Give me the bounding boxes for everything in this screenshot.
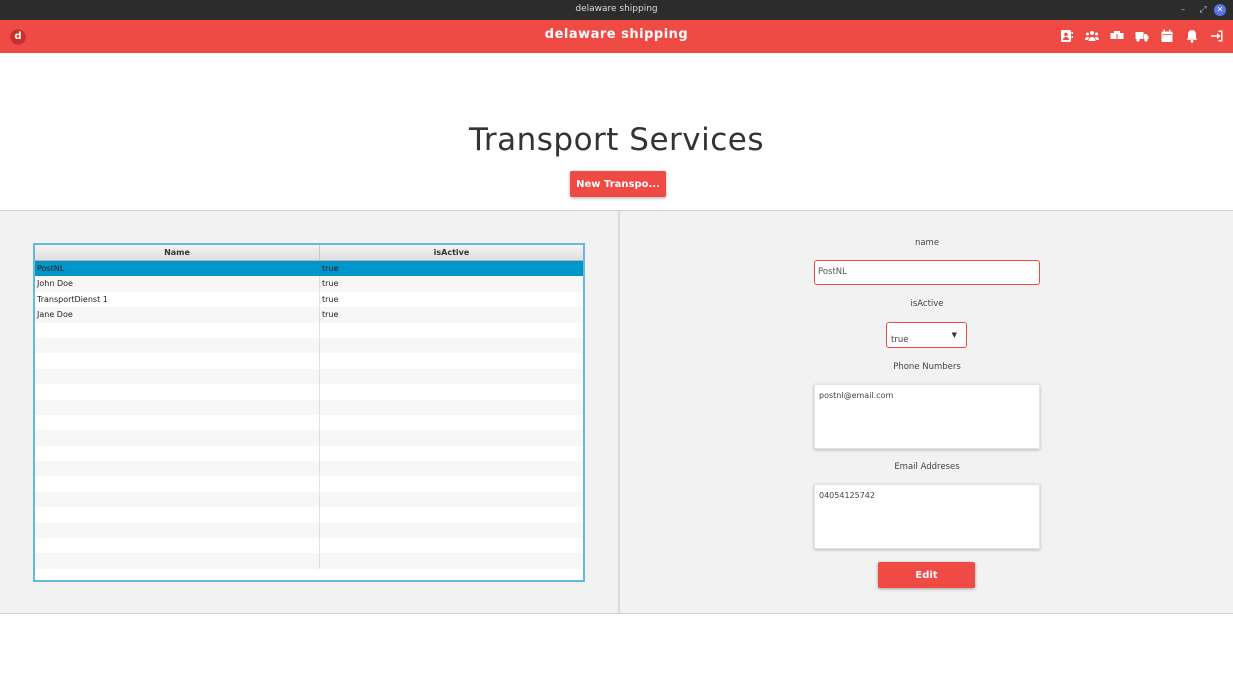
cell-isactive: true — [322, 279, 339, 289]
table-row-empty[interactable] — [35, 414, 583, 431]
cell-isactive: true — [322, 310, 339, 320]
phone-numbers-label: Phone Numbers — [893, 362, 961, 372]
transport-services-table[interactable]: Name isActive PostNL true John Doe true Tran… — [33, 243, 585, 582]
table-row-empty[interactable] — [35, 445, 583, 462]
cell-isactive: true — [322, 264, 339, 273]
table-row-empty[interactable] — [35, 322, 583, 338]
table-row-empty[interactable] — [35, 430, 583, 446]
edit-button[interactable]: Edit — [878, 562, 975, 588]
calendar-icon[interactable] — [1159, 28, 1175, 44]
cell-name — [35, 322, 320, 338]
truck-icon[interactable] — [1134, 28, 1150, 44]
cell-name: John Doe — [35, 276, 320, 292]
table-row-empty[interactable] — [35, 476, 583, 492]
isactive-selected-value: true — [891, 335, 909, 345]
users-icon[interactable] — [1084, 28, 1100, 44]
cell-name — [35, 337, 320, 354]
column-header-name[interactable]: Name — [35, 245, 320, 260]
maximize-icon[interactable]: ⤢ — [1196, 3, 1210, 17]
phone-numbers-textarea[interactable]: postnl@email.com — [814, 384, 1040, 449]
cell-name — [35, 384, 320, 400]
cell-isactive — [320, 553, 583, 568]
table-row[interactable]: PostNL true — [35, 261, 583, 277]
table-row-empty[interactable] — [35, 491, 583, 508]
cell-name — [35, 399, 320, 415]
boxes-icon[interactable] — [1109, 28, 1125, 44]
logout-icon[interactable] — [1209, 28, 1225, 44]
cell-isactive — [320, 430, 583, 445]
cell-isactive — [320, 338, 583, 353]
new-transport-service-button[interactable]: New Transpo... — [570, 171, 666, 197]
email-addresses-label: Email Addreses — [894, 462, 960, 472]
page-title: Transport Services — [468, 122, 765, 158]
cell-name — [35, 368, 320, 385]
table-row-empty[interactable] — [35, 538, 583, 554]
table-row-empty[interactable] — [35, 368, 583, 385]
table-row-empty[interactable] — [35, 461, 583, 477]
table-row-empty[interactable] — [35, 507, 583, 523]
split-divider[interactable] — [618, 211, 620, 613]
cell-isactive — [320, 538, 583, 553]
column-header-isactive[interactable]: isActive — [320, 245, 583, 260]
cell-name: Jane Doe — [35, 307, 320, 323]
cell-isactive — [320, 492, 583, 507]
cell-isactive — [320, 353, 583, 368]
cell-isactive — [320, 400, 583, 415]
cell-isactive — [320, 369, 583, 384]
table-row-empty[interactable] — [35, 337, 583, 354]
cell-name — [35, 414, 320, 431]
name-field[interactable]: PostNL — [814, 260, 1040, 285]
cell-isactive — [320, 323, 583, 338]
content-split: Name isActive PostNL true John Doe true Tran… — [0, 210, 1233, 614]
cell-isactive — [320, 384, 583, 399]
cell-name — [35, 522, 320, 539]
name-label: name — [914, 238, 940, 248]
cell-isactive — [320, 415, 583, 430]
app-title: delaware shipping — [544, 27, 689, 42]
cell-name — [35, 461, 320, 477]
table-header: Name isActive — [35, 245, 583, 261]
app-header: d delaware shipping — [0, 20, 1233, 53]
email-addresses-textarea[interactable]: 04054125742 — [814, 484, 1040, 549]
table-row-empty[interactable] — [35, 384, 583, 400]
cell-name — [35, 353, 320, 369]
header-nav — [1059, 28, 1225, 44]
cell-name — [35, 553, 320, 569]
cell-isactive — [320, 446, 583, 461]
cell-name — [35, 491, 320, 508]
cell-isactive — [320, 476, 583, 491]
table-row-empty[interactable] — [35, 553, 583, 569]
table-row-empty[interactable] — [35, 522, 583, 539]
contacts-icon[interactable] — [1059, 28, 1075, 44]
cell-name — [35, 430, 320, 446]
table-row[interactable]: Jane Doe true — [35, 307, 583, 323]
table-row[interactable]: John Doe true — [35, 276, 583, 292]
cell-isactive — [320, 507, 583, 522]
cell-name — [35, 476, 320, 492]
minimize-icon[interactable]: – — [1176, 3, 1190, 17]
table-body: PostNL true John Doe true TransportDienst 1t… — [35, 261, 583, 569]
cell-name: TransportDienst 1 — [35, 291, 320, 308]
cell-name — [35, 507, 320, 523]
isactive-select[interactable]: true ▼ — [886, 322, 967, 348]
cell-isactive: true — [322, 294, 339, 304]
cell-isactive — [320, 461, 583, 476]
window-title: delaware shipping — [575, 4, 658, 14]
bell-icon[interactable] — [1184, 28, 1200, 44]
cell-name: PostNL — [35, 261, 320, 277]
chevron-down-icon: ▼ — [951, 331, 957, 339]
table-row[interactable]: TransportDienst 1 true — [35, 291, 583, 308]
table-row-empty[interactable] — [35, 353, 583, 369]
close-icon[interactable]: ✕ — [1214, 4, 1226, 16]
cell-name — [35, 445, 320, 462]
cell-isactive — [320, 523, 583, 538]
table-row-empty[interactable] — [35, 399, 583, 415]
isactive-label: isActive — [910, 299, 944, 309]
cell-name — [35, 538, 320, 554]
os-titlebar: delaware shipping – ⤢ ✕ — [0, 0, 1233, 20]
